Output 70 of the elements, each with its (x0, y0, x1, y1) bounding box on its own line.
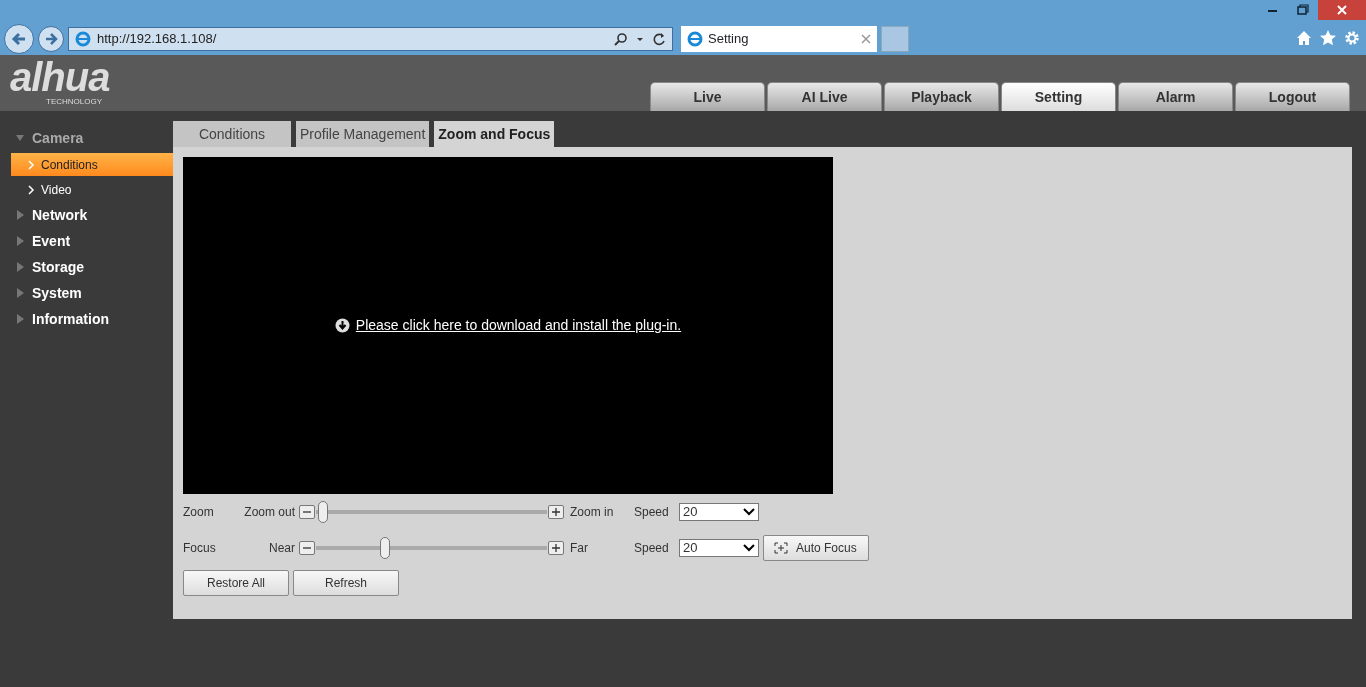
sidebar-item[interactable]: Camera (0, 125, 173, 151)
auto-focus-button[interactable]: Auto Focus (763, 535, 869, 561)
collapsed-triangle-icon (16, 210, 24, 220)
plus-icon (551, 507, 561, 517)
dropdown-caret-icon (743, 508, 755, 516)
sidebar-item[interactable]: Storage (0, 254, 173, 280)
tab-title: Setting (708, 30, 749, 49)
browser-logo-icon (687, 31, 703, 47)
settings-tab[interactable]: Profile Management (296, 121, 430, 147)
nav-tab[interactable]: Playback (884, 82, 999, 111)
refresh-icon[interactable] (652, 32, 666, 46)
chevron-icon (27, 184, 35, 195)
sidebar-item[interactable]: Network (0, 202, 173, 228)
plus-icon (551, 543, 561, 553)
forward-arrow-icon (44, 32, 58, 46)
settings-icon[interactable] (1344, 30, 1360, 46)
nav-tab[interactable]: AI Live (767, 82, 882, 111)
slider-thumb[interactable] (317, 501, 328, 523)
download-icon (334, 318, 350, 333)
plus-button[interactable] (548, 505, 564, 519)
expanded-triangle-icon (16, 133, 24, 143)
speed-label: Speed (634, 504, 670, 521)
action-button[interactable]: Refresh (293, 570, 399, 596)
collapsed-triangle-icon (16, 262, 24, 272)
plugin-download-link[interactable]: Please click here to download and install the plug-in. (355, 315, 682, 336)
slider-min-label: Near (268, 540, 295, 557)
browser-tab[interactable]: Setting (681, 26, 877, 52)
address-bar[interactable]: http://192.168.1.108/ (68, 27, 673, 51)
focus-frame-icon (774, 542, 788, 554)
forward-button[interactable] (38, 26, 64, 52)
back-arrow-icon (11, 31, 27, 47)
sidebar-item[interactable]: System (0, 280, 173, 306)
close-icon[interactable] (861, 34, 871, 44)
slider-thumb[interactable] (380, 537, 391, 559)
chevron-icon (27, 159, 35, 170)
sidebar-subitem[interactable]: Video (11, 178, 173, 201)
collapsed-triangle-icon (16, 236, 24, 246)
back-button[interactable] (4, 24, 34, 54)
settings-tab[interactable]: Zoom and Focus (434, 121, 555, 147)
star-icon[interactable] (1320, 30, 1336, 46)
slider-max-label: Far (570, 540, 589, 557)
logo: alhua (10, 60, 110, 94)
minus-button[interactable] (299, 505, 315, 519)
speed-select[interactable]: 20 (679, 539, 759, 557)
speed-select[interactable]: 20 (679, 503, 759, 521)
home-icon[interactable] (1296, 30, 1312, 46)
url-text: http://192.168.1.108/ (97, 30, 217, 49)
nav-tab[interactable]: Logout (1235, 82, 1350, 111)
speed-label: Speed (634, 540, 670, 557)
browser-logo-icon (75, 31, 91, 47)
control-label: Focus (183, 540, 217, 557)
close-icon[interactable] (1318, 0, 1366, 20)
plus-button[interactable] (548, 541, 564, 555)
sidebar-item[interactable]: Event (0, 228, 173, 254)
collapsed-triangle-icon (16, 288, 24, 298)
collapsed-triangle-icon (16, 314, 24, 324)
control-label: Zoom (183, 504, 215, 521)
nav-tab[interactable]: Alarm (1118, 82, 1233, 111)
slider-max-label: Zoom in (570, 504, 615, 521)
action-button[interactable]: Restore All (183, 570, 289, 596)
dropdown-caret-icon (743, 544, 755, 552)
search-icon[interactable] (614, 32, 628, 46)
logo-tagline: TECHNOLOGY (46, 98, 102, 106)
minus-button[interactable] (299, 541, 315, 555)
nav-tab[interactable]: Live (650, 82, 765, 111)
settings-tab[interactable]: Conditions (173, 121, 291, 147)
sidebar-item[interactable]: Information (0, 306, 173, 332)
sidebar-subitem[interactable]: Conditions (11, 153, 173, 176)
slider-min-label: Zoom out (243, 504, 295, 521)
nav-tab[interactable]: Setting (1001, 82, 1116, 111)
